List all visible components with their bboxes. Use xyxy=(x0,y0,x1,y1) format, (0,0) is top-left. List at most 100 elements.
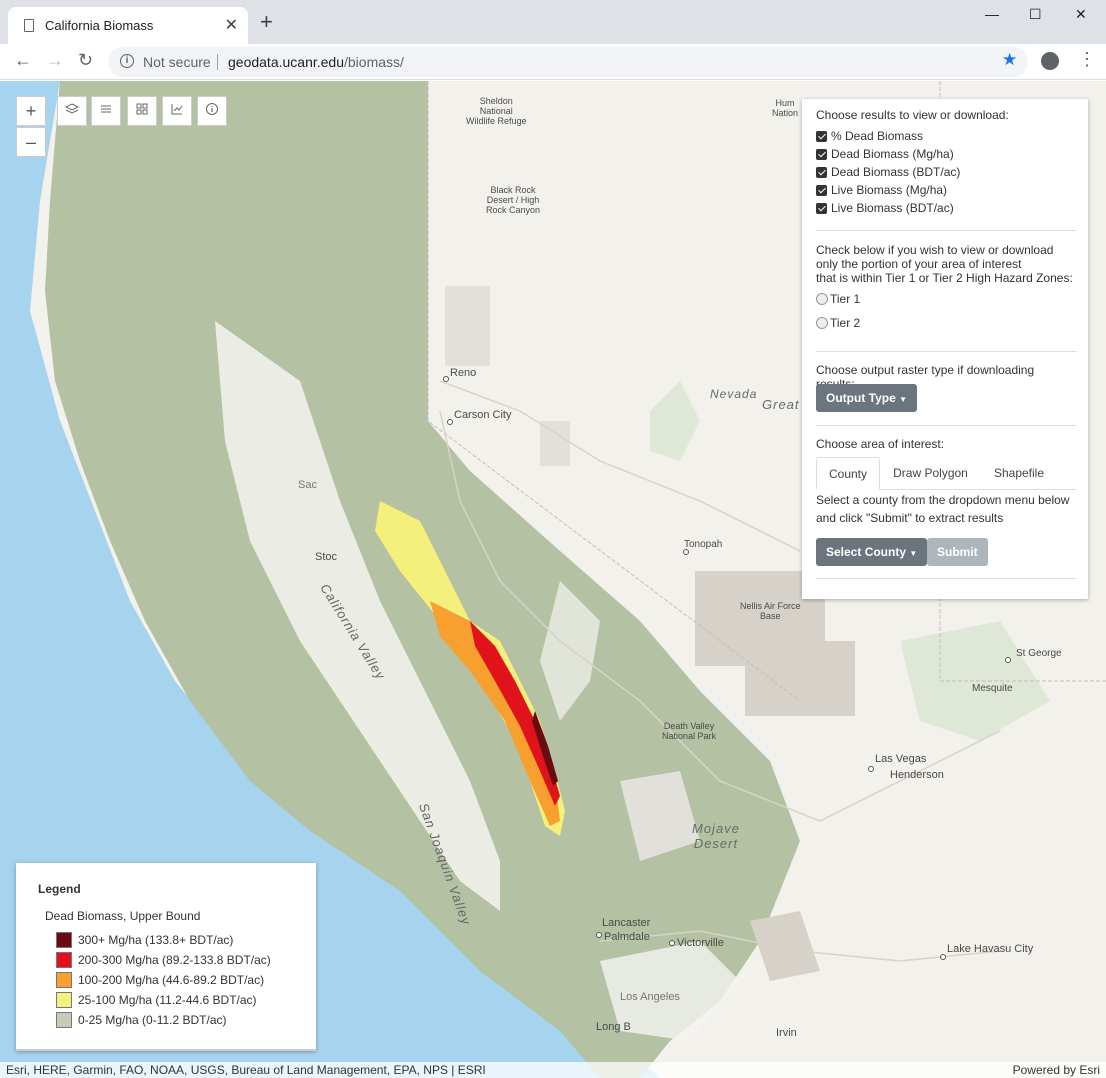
menu-dots-icon[interactable]: ⋮ xyxy=(1078,49,1096,70)
basemap-gallery-icon[interactable] xyxy=(127,96,157,126)
tier-text-line: that is within Tier 1 or Tier 2 High Haz… xyxy=(816,271,1073,285)
label-stockton: Stoc xyxy=(315,551,338,563)
legend-subtitle: Dead Biomass, Upper Bound xyxy=(45,909,201,923)
legend-item: 300+ Mg/ha (133.8+ BDT/ac) xyxy=(56,932,233,948)
county-text-line: Select a county from the dropdown menu b… xyxy=(816,493,1070,507)
checkbox-live-mgha[interactable] xyxy=(816,184,827,196)
label-mojave: Mojave Desert xyxy=(692,821,740,851)
divider xyxy=(816,351,1076,352)
label-black-rock: Black Rock Desert / High Rock Canyon xyxy=(486,185,541,215)
label-henderson: Henderson xyxy=(890,769,944,781)
results-panel: Choose results to view or download: % De… xyxy=(802,99,1088,599)
checkbox-row-dead-bdtac[interactable]: Dead Biomass (BDT/ac) xyxy=(816,163,960,181)
tier-text-line: only the portion of your area of interes… xyxy=(816,257,1022,271)
label-lancaster: Lancaster xyxy=(602,917,651,929)
divider xyxy=(816,578,1076,579)
checkbox-live-bdtac[interactable] xyxy=(816,202,827,214)
radio-row-tier2[interactable]: Tier 2 xyxy=(816,314,860,332)
radio-tier2[interactable] xyxy=(816,317,828,329)
radio-row-tier1[interactable]: Tier 1 xyxy=(816,290,860,308)
city-dot xyxy=(443,376,449,382)
tier-instructions: Check below if you wish to view or downl… xyxy=(816,243,1076,285)
checkbox-label: Live Biomass (BDT/ac) xyxy=(831,201,954,215)
legend-item: 200-300 Mg/ha (89.2-133.8 BDT/ac) xyxy=(56,952,271,968)
divider xyxy=(217,54,218,70)
maximize-button[interactable]: ☐ xyxy=(1029,6,1042,23)
legend-label: 300+ Mg/ha (133.8+ BDT/ac) xyxy=(78,933,234,947)
account-icon[interactable] xyxy=(1041,52,1059,70)
label-great: Great xyxy=(762,397,800,412)
address-bar[interactable]: i Not secure geodata.ucanr.edu/biomass/ xyxy=(108,47,1028,77)
list-glyph xyxy=(101,105,111,113)
radio-tier1[interactable] xyxy=(816,293,828,305)
tab-title: California Biomass xyxy=(45,18,154,33)
city-dot xyxy=(669,940,675,946)
results-heading: Choose results to view or download: xyxy=(816,108,1009,122)
label-palmdale: Palmdale xyxy=(604,931,650,943)
caret-down-icon: ▼ xyxy=(899,395,908,404)
checkbox-label: Live Biomass (Mg/ha) xyxy=(831,183,948,197)
list-icon[interactable] xyxy=(91,96,121,126)
city-dot xyxy=(447,419,453,425)
legend-item: 0-25 Mg/ha (0-11.2 BDT/ac) xyxy=(56,1012,227,1028)
close-window-button[interactable]: ✕ xyxy=(1075,6,1087,23)
label-sacramento: Sac xyxy=(298,479,317,491)
tab-shapefile[interactable]: Shapefile xyxy=(984,457,1054,490)
checkbox-dead-pct[interactable] xyxy=(816,130,827,142)
legend-title: Legend xyxy=(38,882,81,896)
minimize-button[interactable]: — xyxy=(985,6,999,22)
city-dot xyxy=(1005,657,1011,663)
select-county-button[interactable]: Select County ▼ xyxy=(816,538,928,566)
zoom-out-button[interactable]: – xyxy=(16,127,46,157)
label-sheldon: Sheldon National Wildlife Refuge xyxy=(466,96,527,126)
info-icon[interactable]: i xyxy=(120,54,134,68)
checkbox-row-dead-pct[interactable]: % Dead Biomass xyxy=(816,127,923,145)
terrain-patch xyxy=(750,911,820,981)
label-reno: Reno xyxy=(450,367,477,379)
forward-arrow-icon[interactable]: → xyxy=(46,50,64,71)
url-text[interactable]: geodata.ucanr.edu/biomass/ xyxy=(228,54,404,70)
submit-button[interactable]: Submit xyxy=(927,538,988,566)
reload-icon[interactable]: ↻ xyxy=(78,50,93,71)
label-carson-city: Carson City xyxy=(454,409,512,421)
label-st-george: St George xyxy=(1016,648,1062,659)
city-dot xyxy=(868,766,874,772)
bookmark-star-icon[interactable]: ★ xyxy=(1002,50,1017,70)
chart-glyph xyxy=(171,104,183,115)
legend-label: 25-100 Mg/ha (11.2-44.6 BDT/ac) xyxy=(78,993,257,1007)
checkbox-row-dead-mgha[interactable]: Dead Biomass (Mg/ha) xyxy=(816,145,954,163)
output-type-button[interactable]: Output Type ▼ xyxy=(816,384,918,412)
layers-glyph xyxy=(64,103,80,114)
back-arrow-icon[interactable]: ← xyxy=(14,50,32,71)
attribution-text: Esri, HERE, Garmin, FAO, NOAA, USGS, Bur… xyxy=(6,1063,486,1077)
layers-icon[interactable] xyxy=(57,96,87,126)
security-status: Not secure xyxy=(143,54,211,70)
chart-icon[interactable] xyxy=(162,96,192,126)
checkbox-row-live-bdtac[interactable]: Live Biomass (BDT/ac) xyxy=(816,199,954,217)
legend-swatch xyxy=(56,952,72,968)
tab-draw-polygon[interactable]: Draw Polygon xyxy=(888,457,973,490)
legend-swatch xyxy=(56,972,72,988)
checkbox-dead-bdtac[interactable] xyxy=(816,166,827,178)
tab-county[interactable]: County xyxy=(816,457,880,490)
legend-label: 0-25 Mg/ha (0-11.2 BDT/ac) xyxy=(78,1013,227,1027)
label-long-beach: Long B xyxy=(596,1021,631,1033)
new-tab-button[interactable]: + xyxy=(260,11,273,33)
label-death-valley: Death Valley National Park xyxy=(662,721,717,741)
checkbox-label: Dead Biomass (BDT/ac) xyxy=(831,165,961,179)
nellis-range-south xyxy=(745,641,855,716)
tab-close-icon[interactable]: ✕ xyxy=(225,15,238,35)
checkbox-row-live-mgha[interactable]: Live Biomass (Mg/ha) xyxy=(816,181,947,199)
powered-by-link[interactable]: Powered by Esri xyxy=(1013,1063,1100,1077)
zoom-in-button[interactable]: + xyxy=(16,96,46,126)
city-dot xyxy=(596,932,602,938)
info-icon[interactable] xyxy=(197,96,227,126)
browser-tab[interactable]: California Biomass ✕ xyxy=(8,7,248,44)
checkbox-dead-mgha[interactable] xyxy=(816,148,827,160)
terrain-patch xyxy=(445,286,490,366)
legend-swatch xyxy=(56,992,72,1008)
map-view[interactable]: Sheldon National Wildlife Refuge Hum Nat… xyxy=(0,81,1106,1078)
city-dot xyxy=(940,954,946,960)
checkbox-label: % Dead Biomass xyxy=(831,129,924,143)
label-mesquite: Mesquite xyxy=(972,683,1013,694)
